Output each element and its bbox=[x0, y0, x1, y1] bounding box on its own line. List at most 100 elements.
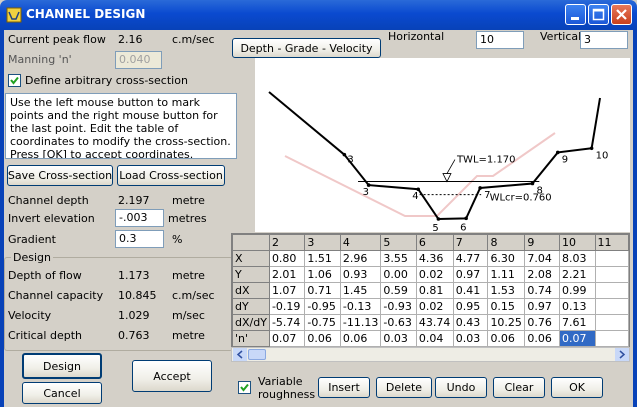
table-row: X 0.80 1.51 2.96 3.55 4.36 4.77 6.30 7.04 8.03 bbox=[232, 250, 629, 267]
minimize-button[interactable] bbox=[565, 4, 586, 25]
table-cell[interactable]: 1.11 bbox=[487, 266, 526, 283]
vertical-scale-field[interactable]: 3 bbox=[580, 31, 628, 49]
table-cell[interactable]: 10.25 bbox=[487, 314, 526, 331]
table-cell[interactable]: 0.59 bbox=[380, 282, 417, 299]
close-button[interactable] bbox=[611, 4, 632, 25]
table-cell[interactable]: 0.81 bbox=[415, 282, 454, 299]
table-cell[interactable]: 8.03 bbox=[559, 250, 596, 267]
table-cell[interactable] bbox=[594, 266, 629, 283]
table-cell[interactable]: 0.00 bbox=[380, 266, 417, 283]
table-cell[interactable]: 0.99 bbox=[559, 282, 596, 299]
table-cell[interactable]: -5.74 bbox=[268, 314, 306, 331]
table-cell[interactable]: 0.13 bbox=[559, 298, 596, 315]
table-cell[interactable]: 1.06 bbox=[304, 266, 341, 283]
load-cross-section-button[interactable]: Load Cross-section bbox=[117, 165, 225, 186]
design-button[interactable]: Design bbox=[22, 353, 102, 379]
gradient-unit: % bbox=[172, 233, 183, 246]
table-cell[interactable]: 0.43 bbox=[452, 314, 489, 331]
manning-field[interactable]: 0.040 bbox=[115, 51, 162, 69]
table-cell[interactable]: 0.71 bbox=[304, 282, 341, 299]
table-cell[interactable]: 0.03 bbox=[380, 330, 417, 347]
table-cell[interactable]: 0.06 bbox=[524, 330, 561, 347]
channel-depth-unit: metre bbox=[172, 194, 205, 207]
window-frame-right bbox=[633, 30, 637, 407]
table-cell[interactable]: 2.96 bbox=[339, 250, 382, 267]
accept-button[interactable]: Accept bbox=[132, 360, 212, 392]
table-cell[interactable]: 0.15 bbox=[487, 298, 526, 315]
coordinates-grid[interactable]: 2 3 4 5 6 7 8 9 10 11 X 0.80 1.51 2.96 3.55 4.36 4.77 6.3… bbox=[232, 234, 629, 347]
table-cell[interactable]: 0.97 bbox=[524, 298, 561, 315]
table-cell[interactable]: 0.07 bbox=[559, 330, 596, 347]
table-cell[interactable] bbox=[594, 250, 629, 267]
scroll-right-icon[interactable] bbox=[615, 348, 629, 361]
table-cell[interactable]: -0.13 bbox=[339, 298, 382, 315]
table-cell[interactable]: 1.51 bbox=[304, 250, 341, 267]
table-cell[interactable]: 3.55 bbox=[380, 250, 417, 267]
table-cell[interactable]: -0.75 bbox=[304, 314, 341, 331]
table-cell[interactable]: 0.97 bbox=[452, 266, 489, 283]
invert-elevation-unit: metres bbox=[168, 212, 207, 225]
table-cell[interactable]: -11.13 bbox=[339, 314, 382, 331]
column-header: 3 bbox=[304, 234, 341, 251]
ok-button[interactable]: OK bbox=[551, 377, 603, 398]
table-cell[interactable]: -0.19 bbox=[268, 298, 306, 315]
table-cell[interactable]: 2.01 bbox=[268, 266, 306, 283]
table-cell[interactable] bbox=[594, 282, 629, 299]
insert-button[interactable]: Insert bbox=[318, 377, 370, 398]
cross-section-canvas[interactable]: TWL=1.170WLcr=0.76033 45 67 89 10 bbox=[255, 58, 630, 232]
table-cell[interactable]: 0.06 bbox=[304, 330, 341, 347]
vertex-label: 3 bbox=[347, 155, 353, 166]
table-cell[interactable]: 7.04 bbox=[524, 250, 561, 267]
table-cell[interactable]: 2.21 bbox=[559, 266, 596, 283]
undo-button[interactable]: Undo bbox=[435, 377, 487, 398]
save-cross-section-button[interactable]: Save Cross-section bbox=[7, 165, 113, 186]
table-cell[interactable] bbox=[594, 330, 629, 347]
design-value: 10.845 bbox=[118, 289, 157, 302]
table-cell[interactable]: -0.95 bbox=[304, 298, 341, 315]
scroll-thumb[interactable] bbox=[248, 349, 266, 360]
table-cell[interactable]: 4.36 bbox=[415, 250, 454, 267]
gradient-field[interactable]: 0.3 bbox=[115, 230, 164, 248]
table-cell[interactable]: 0.80 bbox=[268, 250, 306, 267]
scroll-left-icon[interactable] bbox=[233, 348, 247, 361]
table-cell[interactable]: 4.77 bbox=[452, 250, 489, 267]
table-cell[interactable]: 0.41 bbox=[452, 282, 489, 299]
table-cell[interactable]: 7.61 bbox=[559, 314, 596, 331]
table-cell[interactable] bbox=[594, 298, 629, 315]
table-cell[interactable]: 0.95 bbox=[452, 298, 489, 315]
horizontal-scale-field[interactable]: 10 bbox=[476, 31, 524, 49]
peak-flow-unit: c.m/sec bbox=[172, 33, 215, 46]
table-cell[interactable]: 0.74 bbox=[524, 282, 561, 299]
invert-elevation-field[interactable]: -.003 bbox=[115, 209, 164, 227]
coordinates-table[interactable]: 2 3 4 5 6 7 8 9 10 11 X 0.80 1.51 2.96 3.55 4.36 4.77 6.3… bbox=[231, 233, 630, 348]
table-cell[interactable] bbox=[594, 314, 629, 331]
table-cell[interactable]: 6.30 bbox=[487, 250, 526, 267]
depth-grade-velocity-button[interactable]: Depth - Grade - Velocity bbox=[232, 38, 381, 58]
left-bank-line bbox=[268, 91, 345, 156]
design-value: 0.763 bbox=[118, 329, 150, 342]
table-cell[interactable]: 0.07 bbox=[268, 330, 306, 347]
table-cell[interactable]: 43.74 bbox=[415, 314, 454, 331]
table-cell[interactable]: 0.02 bbox=[415, 266, 454, 283]
delete-button[interactable]: Delete bbox=[376, 377, 432, 398]
table-cell[interactable]: 0.03 bbox=[452, 330, 489, 347]
table-horizontal-scrollbar[interactable] bbox=[231, 347, 630, 362]
table-cell[interactable]: 1.45 bbox=[339, 282, 382, 299]
variable-roughness-checkbox[interactable] bbox=[238, 381, 251, 394]
table-cell[interactable]: 0.06 bbox=[339, 330, 382, 347]
column-header: 2 bbox=[268, 234, 306, 251]
table-cell[interactable]: -0.63 bbox=[380, 314, 417, 331]
table-cell[interactable]: 0.02 bbox=[415, 298, 454, 315]
table-cell[interactable]: 2.08 bbox=[524, 266, 561, 283]
table-cell[interactable]: 0.06 bbox=[487, 330, 526, 347]
table-cell[interactable]: 1.07 bbox=[268, 282, 306, 299]
table-cell[interactable]: 0.76 bbox=[524, 314, 561, 331]
cancel-button[interactable]: Cancel bbox=[22, 382, 102, 404]
clear-button[interactable]: Clear bbox=[493, 377, 545, 398]
table-cell[interactable]: 0.93 bbox=[339, 266, 382, 283]
maximize-button[interactable] bbox=[588, 4, 609, 25]
table-cell[interactable]: -0.93 bbox=[380, 298, 417, 315]
define-cross-section-checkbox[interactable] bbox=[8, 74, 21, 87]
table-cell[interactable]: 0.04 bbox=[415, 330, 454, 347]
table-cell[interactable]: 1.53 bbox=[487, 282, 526, 299]
